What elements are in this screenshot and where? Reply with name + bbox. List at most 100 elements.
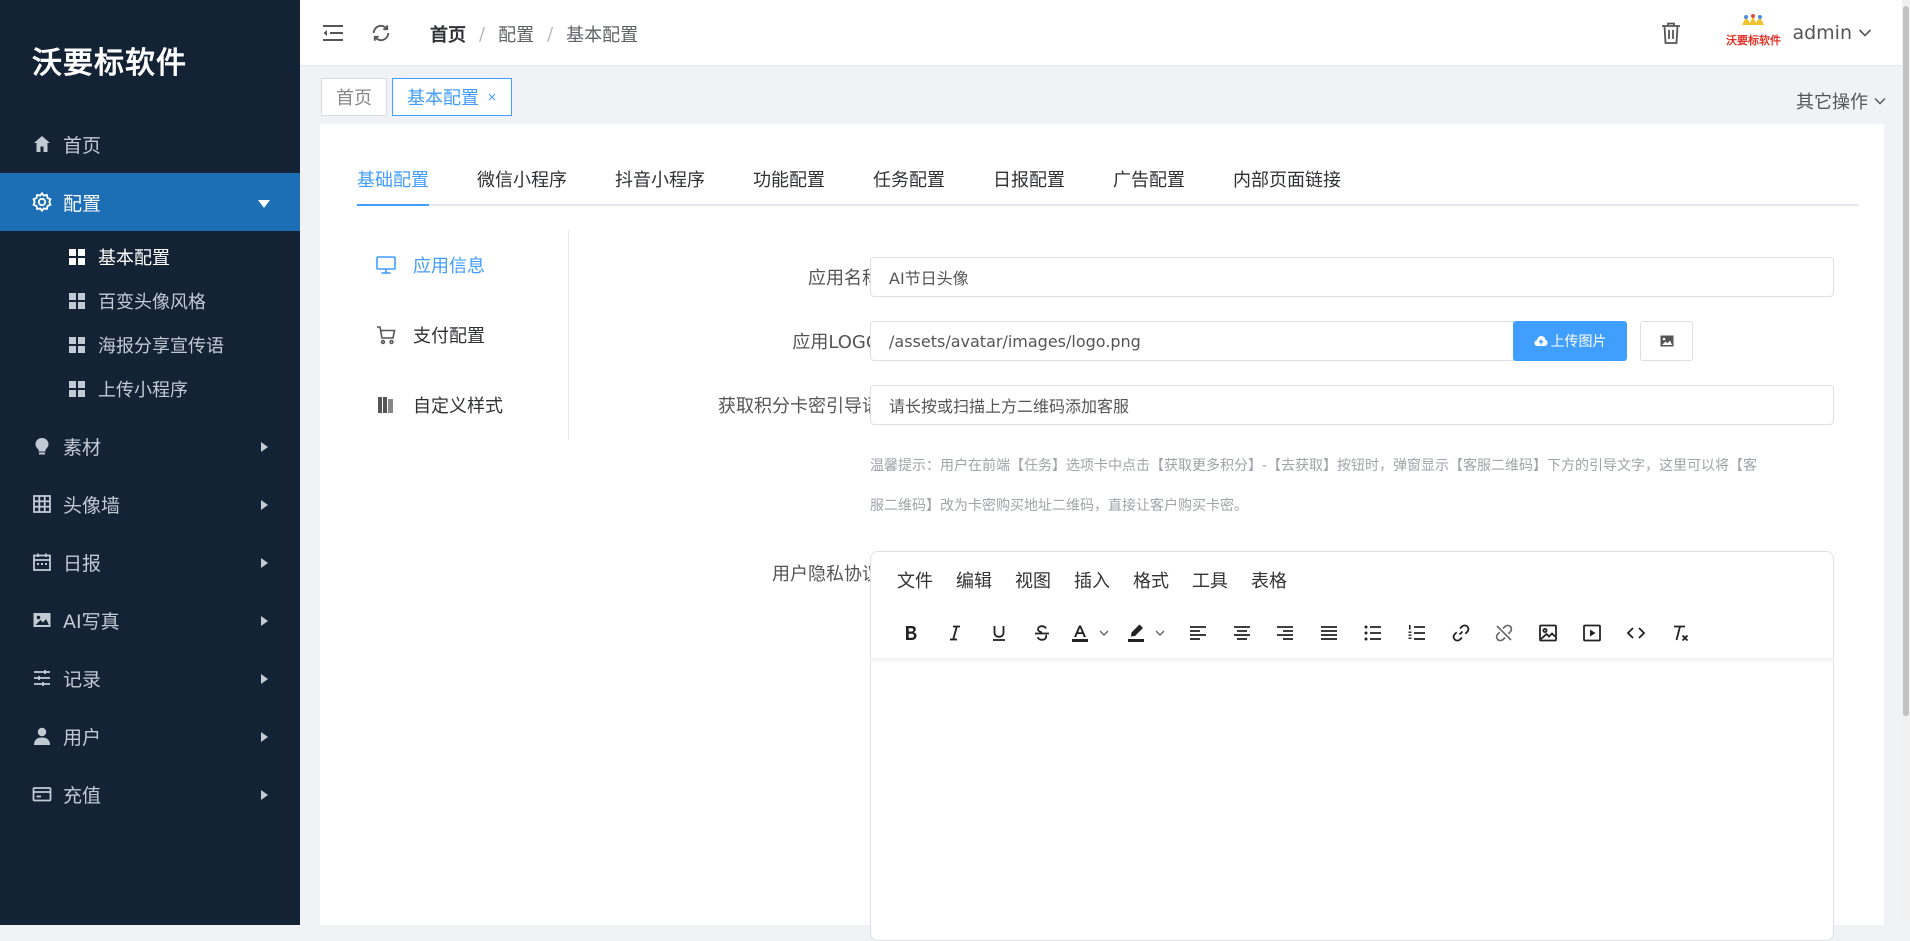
menu-insert[interactable]: 插入 — [1074, 567, 1110, 593]
sidebar-item-users[interactable]: 用户 — [0, 707, 300, 765]
sidebar-item-records[interactable]: 记录 — [0, 649, 300, 707]
submenu-item-upload-miniprogram[interactable]: 上传小程序 — [0, 367, 300, 411]
breadcrumb-home[interactable]: 首页 — [430, 21, 466, 47]
sidebar-item-label: 用户 — [63, 726, 102, 749]
clear-format-icon[interactable] — [1662, 615, 1698, 651]
app-logo-label: 应用LOGO — [792, 332, 880, 353]
align-left-icon[interactable] — [1180, 615, 1216, 651]
bold-icon[interactable] — [893, 615, 929, 651]
tab-function-config[interactable]: 功能配置 — [753, 162, 825, 204]
tab-douyin-miniprogram[interactable]: 抖音小程序 — [615, 162, 705, 204]
sidebar-item-label: 日报 — [63, 552, 102, 575]
trash-icon[interactable] — [1660, 21, 1684, 45]
config-tabs: 基础配置 微信小程序 抖音小程序 功能配置 任务配置 日报配置 广告配置 内部页… — [357, 162, 1859, 206]
grid-icon — [68, 248, 86, 266]
privacy-policy-label: 用户隐私协议 — [772, 564, 880, 585]
align-right-icon[interactable] — [1267, 615, 1303, 651]
side-item-app-info[interactable]: 应用信息 — [357, 230, 568, 300]
side-item-custom-style[interactable]: 自定义样式 — [357, 370, 568, 440]
tab-ad-config[interactable]: 广告配置 — [1113, 162, 1185, 204]
breadcrumb: 首页 / 配置 / 基本配置 — [430, 21, 638, 47]
cloud-upload-icon — [1534, 335, 1548, 347]
sidebar-item-materials[interactable]: 素材 — [0, 417, 300, 475]
menu-tools[interactable]: 工具 — [1192, 567, 1228, 593]
rich-text-editor: 文件 编辑 视图 插入 格式 工具 表格 — [870, 551, 1834, 941]
sidebar-item-recharge[interactable]: 充值 — [0, 765, 300, 823]
strikethrough-icon[interactable] — [1024, 615, 1060, 651]
sidebar-item-ai-portrait[interactable]: AI写真 — [0, 591, 300, 649]
upload-image-button[interactable]: 上传图片 — [1513, 321, 1627, 361]
grid-icon — [68, 336, 86, 354]
username[interactable]: admin — [1792, 22, 1852, 44]
italic-icon[interactable] — [937, 615, 973, 651]
highlight-color-icon[interactable] — [1124, 615, 1172, 651]
app-logo-input[interactable]: /assets/avatar/images/logo.png — [870, 321, 1514, 361]
submenu-item-poster-slogan[interactable]: 海报分享宣传语 — [0, 323, 300, 367]
caret-right-icon — [261, 500, 268, 510]
tab-basic[interactable]: 基础配置 — [357, 162, 429, 206]
numbered-list-icon[interactable] — [1399, 615, 1435, 651]
scrollbar-thumb[interactable] — [1903, 6, 1909, 716]
app-logo-value: /assets/avatar/images/logo.png — [889, 331, 1141, 351]
sidebar-item-daily[interactable]: 日报 — [0, 533, 300, 591]
config-side-menu: 应用信息 支付配置 自定义样式 — [357, 230, 569, 440]
tags-view-bar: 首页 基本配置 × 其它操作 — [300, 66, 1910, 124]
tag-basic-config[interactable]: 基本配置 × — [392, 78, 513, 116]
sidebar-item-label: 配置 — [63, 192, 102, 215]
menu-format[interactable]: 格式 — [1133, 567, 1169, 593]
align-justify-icon[interactable] — [1311, 615, 1347, 651]
collapse-menu-icon[interactable] — [320, 20, 346, 46]
guide-hint-text: 温馨提示：用户在前端【任务】选项卡中点击【获取更多积分】-【去获取】按钮时，弹窗… — [870, 446, 1834, 526]
chevron-down-icon — [1874, 97, 1886, 105]
sidebar-item-config[interactable]: 配置 — [0, 173, 300, 231]
hint-line-1: 温馨提示：用户在前端【任务】选项卡中点击【获取更多积分】-【去获取】按钮时，弹窗… — [870, 458, 1758, 474]
upload-button-label: 上传图片 — [1550, 334, 1607, 350]
menu-file[interactable]: 文件 — [897, 567, 933, 593]
tab-wechat-miniprogram[interactable]: 微信小程序 — [477, 162, 567, 204]
tab-daily-config[interactable]: 日报配置 — [993, 162, 1065, 204]
link-icon[interactable] — [1443, 615, 1479, 651]
source-code-icon[interactable] — [1618, 615, 1654, 651]
text-color-icon[interactable] — [1068, 615, 1116, 651]
main-card: 基础配置 微信小程序 抖音小程序 功能配置 任务配置 日报配置 广告配置 内部页… — [320, 124, 1884, 941]
submenu-item-label: 基本配置 — [98, 248, 170, 269]
menu-table[interactable]: 表格 — [1251, 567, 1287, 593]
unlink-icon[interactable] — [1486, 615, 1522, 651]
side-item-label: 应用信息 — [413, 256, 485, 277]
top-header: 首页 / 配置 / 基本配置 沃要标软件 admin — [300, 0, 1910, 66]
other-operations-dropdown[interactable]: 其它操作 — [1796, 88, 1886, 114]
tag-home[interactable]: 首页 — [321, 78, 387, 116]
avatar[interactable]: 沃要标软件 — [1724, 13, 1783, 53]
close-icon[interactable]: × — [487, 90, 497, 104]
sidebar-item-label: AI写真 — [63, 610, 120, 633]
books-icon — [375, 394, 397, 416]
bullet-list-icon[interactable] — [1355, 615, 1391, 651]
refresh-icon[interactable] — [368, 20, 394, 46]
menu-view[interactable]: 视图 — [1015, 567, 1051, 593]
chevron-down-icon[interactable] — [1858, 28, 1872, 38]
tab-task-config[interactable]: 任务配置 — [873, 162, 945, 204]
sidebar-item-label: 记录 — [63, 668, 102, 691]
gear-icon — [31, 191, 53, 213]
preview-image-button[interactable] — [1640, 321, 1693, 361]
side-item-payment[interactable]: 支付配置 — [357, 300, 568, 370]
sidebar-item-avatar-wall[interactable]: 头像墙 — [0, 475, 300, 533]
app-name-label: 应用名称 — [808, 268, 880, 289]
menu-edit[interactable]: 编辑 — [956, 567, 992, 593]
caret-right-icon — [261, 674, 268, 684]
app-name-input[interactable]: AI节日头像 — [870, 257, 1834, 297]
submenu-item-basic-config[interactable]: 基本配置 — [0, 235, 300, 279]
insert-media-icon[interactable] — [1574, 615, 1610, 651]
submenu-item-avatar-style[interactable]: 百变头像风格 — [0, 279, 300, 323]
tab-internal-links[interactable]: 内部页面链接 — [1233, 162, 1341, 204]
breadcrumb-config[interactable]: 配置 — [498, 21, 534, 47]
sliders-icon — [31, 667, 53, 689]
insert-image-icon[interactable] — [1530, 615, 1566, 651]
underline-icon[interactable] — [981, 615, 1017, 651]
page-scrollbar[interactable] — [1902, 0, 1910, 925]
side-item-label: 支付配置 — [413, 326, 485, 347]
align-center-icon[interactable] — [1224, 615, 1260, 651]
sidebar-item-home[interactable]: 首页 — [0, 115, 300, 173]
tag-label: 基本配置 — [407, 88, 479, 109]
guide-text-input[interactable]: 请长按或扫描上方二维码添加客服 — [870, 385, 1834, 425]
